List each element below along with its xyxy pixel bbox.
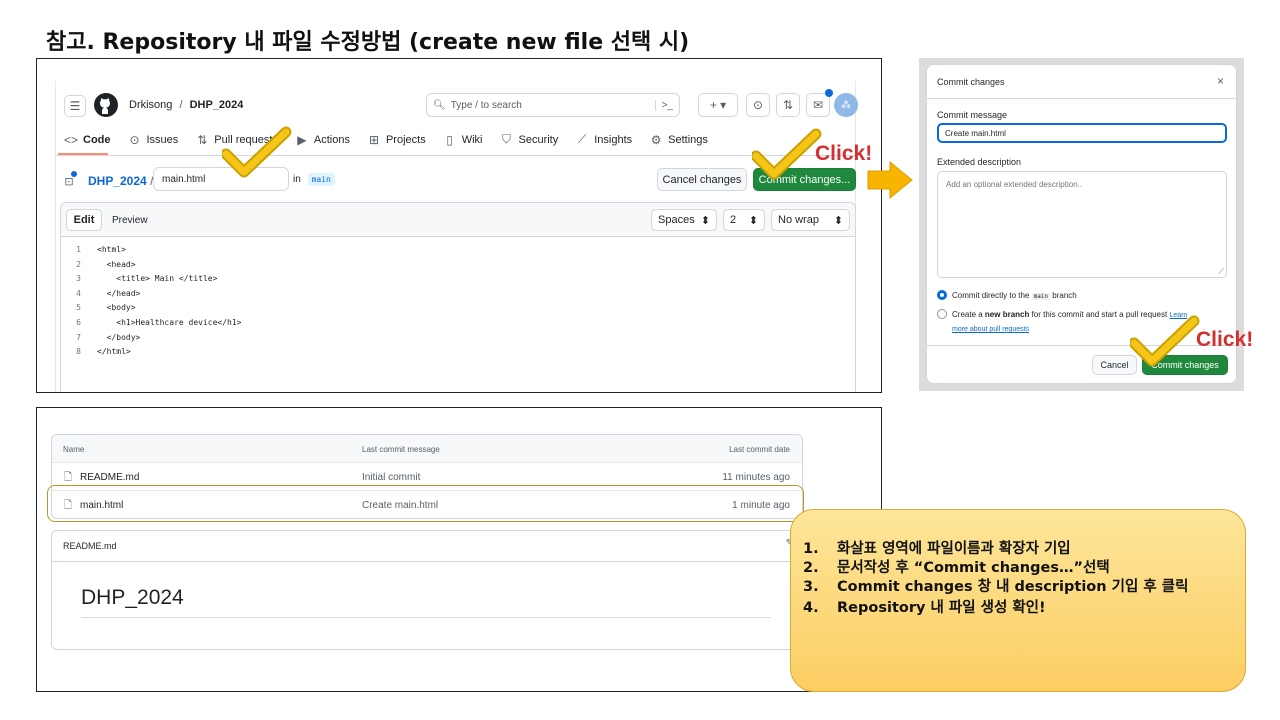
radio-commit-directly[interactable]: Commit directly to the main branch (937, 290, 1077, 300)
header-date: Last commit date (729, 445, 790, 454)
table-icon: ⊞ (368, 132, 379, 147)
indent-mode-select[interactable]: Spaces ⬍ (651, 209, 717, 231)
editor-screenshot: ☰ Drkisong / DHP_2024 🔍︎ Type / to searc… (36, 58, 882, 393)
code-editor: Edit Preview Spaces ⬍ 2 ⬍ No wrap ⬍ 1 <html>… (60, 202, 856, 392)
checkmark-commit-icon (752, 128, 822, 180)
cancel-changes-button[interactable]: Cancel changes (657, 168, 747, 191)
gear-icon: ⚙ (650, 132, 662, 147)
dialog-title: Commit changes (937, 77, 1005, 87)
radio-empty-icon (937, 309, 947, 319)
learn-more-link-2[interactable]: more about pull requests (952, 326, 1029, 333)
header-name: Name (63, 445, 85, 454)
repo-link[interactable]: DHP_2024 (190, 99, 244, 111)
wrap-mode-select[interactable]: No wrap ⬍ (771, 209, 850, 231)
tab-insights[interactable]: ⟋ Insights (575, 132, 632, 147)
indent-size-select[interactable]: 2 ⬍ (723, 209, 765, 231)
instruction-callout: 1. 화살표 영역에 파일이름과 확장자 기입 2. 문서작성 후 “Commit … (790, 509, 1246, 692)
checkmark-filename-icon (222, 126, 292, 178)
instruction-item: 4. Repository 내 파일 생성 확인! (803, 600, 1046, 616)
pull-requests-icon[interactable]: ⇅ (776, 93, 800, 117)
tab-preview[interactable]: Preview (112, 215, 148, 226)
search-input[interactable]: 🔍︎ Type / to search >_ (426, 93, 680, 117)
breadcrumb-slash: / (179, 99, 183, 111)
code-area[interactable]: 1 <html> 2 <head> 3 <title> Main </title>… (61, 245, 851, 392)
file-tree-dot (71, 171, 77, 177)
description-label: Extended description (937, 157, 1022, 167)
tab-projects[interactable]: ⊞ Projects (367, 132, 426, 147)
select-arrows-icon: ⬍ (700, 214, 710, 227)
readme-label: README.md (63, 541, 117, 551)
readme-box: README.md ✎ DHP_2024 (51, 530, 803, 650)
code-icon: <> (64, 132, 79, 147)
book-icon: ▯ (446, 132, 454, 147)
instruction-item: 2. 문서작성 후 “Commit changes…”선택 (803, 560, 1110, 576)
issue-icon: ⊙ (129, 132, 140, 147)
highlight-box (47, 485, 804, 522)
file-name[interactable]: README.md (80, 472, 139, 483)
arrow-right-icon (867, 160, 913, 200)
search-icon: 🔍︎ (433, 99, 446, 111)
divider (56, 155, 856, 156)
tab-edit[interactable]: Edit (66, 209, 102, 231)
shield-icon: ⛉ (501, 132, 511, 146)
owner-link[interactable]: Drkisong (129, 99, 172, 111)
instruction-item: 1. 화살표 영역에 파일이름과 확장자 기입 (803, 541, 1071, 557)
avatar[interactable]: ⁂ (834, 93, 858, 117)
command-palette-icon[interactable]: >_ (654, 99, 679, 111)
tab-issues[interactable]: ⊙ Issues (128, 132, 178, 147)
issues-icon[interactable]: ⊙ (746, 93, 770, 117)
file-message[interactable]: Initial commit (362, 472, 420, 483)
instruction-item: 3. Commit changes 창 내 description 기입 후 클릭 (803, 579, 1189, 595)
commit-message-input[interactable]: Create main.html (937, 123, 1227, 143)
graph-icon: ⟋ (578, 132, 587, 146)
click-label-dialog: Click! (1196, 328, 1254, 351)
file-list-screenshot: Name Last commit message Last commit dat… (36, 407, 882, 692)
github-logo-icon[interactable] (94, 93, 118, 122)
breadcrumb-repo[interactable]: DHP_2024 (88, 174, 147, 188)
select-arrows-icon: ⬍ (833, 214, 843, 227)
menu-icon[interactable]: ☰ (64, 95, 86, 117)
checkmark-dialog-icon (1130, 315, 1200, 367)
tab-wiki[interactable]: ▯ Wiki (443, 132, 482, 147)
slide-title: 참고. Repository 내 파일 수정방법 (create new fil… (46, 30, 690, 55)
click-label: Click! (815, 142, 873, 165)
instruction-list: 1. 화살표 영역에 파일이름과 확장자 기입 2. 문서작성 후 “Commit … (803, 541, 1239, 619)
readme-heading: DHP_2024 (81, 586, 184, 609)
select-arrows-icon: ⬍ (748, 214, 758, 227)
description-textarea[interactable]: Add an optional extended description.. ⟋ (937, 171, 1227, 278)
commit-message-label: Commit message (937, 110, 1008, 120)
notification-dot (825, 89, 833, 97)
dialog-divider (927, 98, 1236, 99)
create-new-button[interactable]: + ▾ (698, 93, 738, 117)
branch-badge: main (307, 173, 335, 186)
in-label: in (293, 174, 301, 185)
file-date: 11 minutes ago (722, 472, 790, 483)
resize-handle-icon[interactable]: ⟋ (1218, 267, 1224, 277)
tab-actions[interactable]: ▶ Actions (295, 132, 350, 147)
radio-selected-icon (937, 290, 947, 300)
tab-code[interactable]: <> Code (64, 132, 111, 147)
pull-request-icon: ⇅ (197, 132, 208, 147)
play-icon: ▶ (297, 132, 307, 147)
header-message: Last commit message (362, 445, 440, 454)
tab-security[interactable]: ⛉ Security (500, 132, 558, 147)
close-icon[interactable]: × (1217, 74, 1224, 88)
tab-settings[interactable]: ⚙ Settings (649, 132, 708, 147)
